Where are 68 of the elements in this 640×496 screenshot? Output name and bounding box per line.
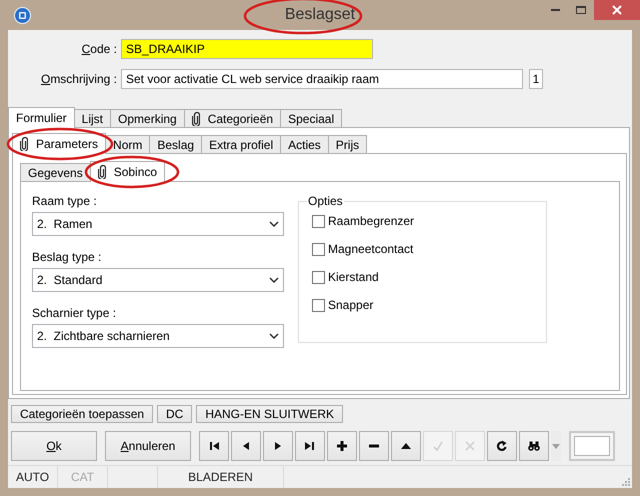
tab[interactable]: Extra profiel: [201, 135, 282, 153]
tab[interactable]: Formulier: [8, 107, 75, 128]
group-title: Opties: [307, 194, 344, 208]
field-label: Code :: [80, 42, 118, 56]
action-button[interactable]: Categorieën toepassen: [11, 405, 153, 423]
checkbox-label: Magneetcontact: [328, 242, 414, 256]
dialog-button[interactable]: Annuleren: [105, 431, 191, 461]
status-pane: BLADEREN: [158, 466, 284, 488]
caret-icon: [552, 444, 560, 448]
previous-button[interactable]: [231, 431, 261, 461]
minimize-icon: [550, 9, 560, 11]
checkmark-icon: [432, 440, 444, 452]
close-button[interactable]: [594, 0, 640, 20]
first-record-icon: [208, 440, 220, 452]
dialog-button[interactable]: Ok: [11, 431, 97, 461]
binoculars-button[interactable]: [519, 431, 549, 461]
refresh-icon: [496, 440, 508, 452]
checkbox[interactable]: [312, 270, 325, 284]
plus-button[interactable]: [327, 431, 357, 461]
input-field[interactable]: [569, 431, 615, 461]
field-label: Raam type :: [32, 194, 98, 208]
first-record-button[interactable]: [199, 431, 229, 461]
text-field[interactable]: SB_DRAAIKIP: [121, 39, 373, 59]
checkbox-label: Raambegrenzer: [328, 214, 414, 228]
counter-field: 1: [529, 69, 543, 89]
plus-icon: [336, 440, 348, 452]
last-record-icon: [304, 440, 316, 452]
checkbox-label: Snapper: [328, 298, 374, 312]
checkbox[interactable]: [312, 214, 325, 228]
up-triangle-button[interactable]: [391, 431, 421, 461]
action-button[interactable]: HANG-EN SLUITWERK: [196, 405, 344, 423]
tab[interactable]: Beslag: [149, 135, 202, 153]
cross-icon: [464, 440, 476, 452]
tab[interactable]: Prijs: [328, 135, 368, 153]
tab[interactable]: Categorieën: [184, 109, 282, 127]
checkbox[interactable]: [312, 298, 325, 312]
last-record-button[interactable]: [295, 431, 325, 461]
field-label: Beslag type :: [32, 250, 102, 264]
binoculars-icon: [528, 440, 540, 452]
close-icon: [611, 4, 623, 16]
tab[interactable]: Speciaal: [280, 109, 342, 127]
dropdown[interactable]: 2. Zichtbare scharnieren: [32, 324, 284, 348]
window-title: Beslagset: [284, 6, 356, 24]
checkbox[interactable]: [312, 242, 325, 256]
tab[interactable]: Acties: [280, 135, 329, 153]
tab[interactable]: Opmerking: [110, 109, 185, 127]
app-icon: [14, 7, 31, 24]
next-button[interactable]: [263, 431, 293, 461]
tab[interactable]: Sobinco: [90, 161, 166, 182]
minus-button[interactable]: [359, 431, 389, 461]
dropdown[interactable]: 2. Standard: [32, 268, 284, 292]
chevron-icon: [269, 277, 279, 283]
dropdown[interactable]: 2. Ramen: [32, 212, 284, 236]
text-field[interactable]: Set voor activatie CL web service draaikip raam: [121, 69, 523, 89]
tab[interactable]: Lijst: [74, 109, 112, 127]
action-button[interactable]: DC: [157, 405, 192, 423]
tab[interactable]: Parameters: [12, 133, 106, 154]
checkbox-label: Kierstand: [328, 270, 379, 284]
field-label: Omschrijving :: [40, 72, 118, 86]
resize-grip-icon[interactable]: [622, 478, 630, 486]
maximize-icon: [575, 4, 587, 16]
field-label: Scharnier type :: [32, 306, 118, 320]
chevron-icon: [269, 221, 279, 227]
status-pane: AUTO: [8, 466, 58, 488]
tab[interactable]: Gegevens: [20, 163, 91, 181]
chevron-icon: [269, 333, 279, 339]
status-pane: CAT: [58, 466, 108, 488]
refresh-button[interactable]: [487, 431, 517, 461]
